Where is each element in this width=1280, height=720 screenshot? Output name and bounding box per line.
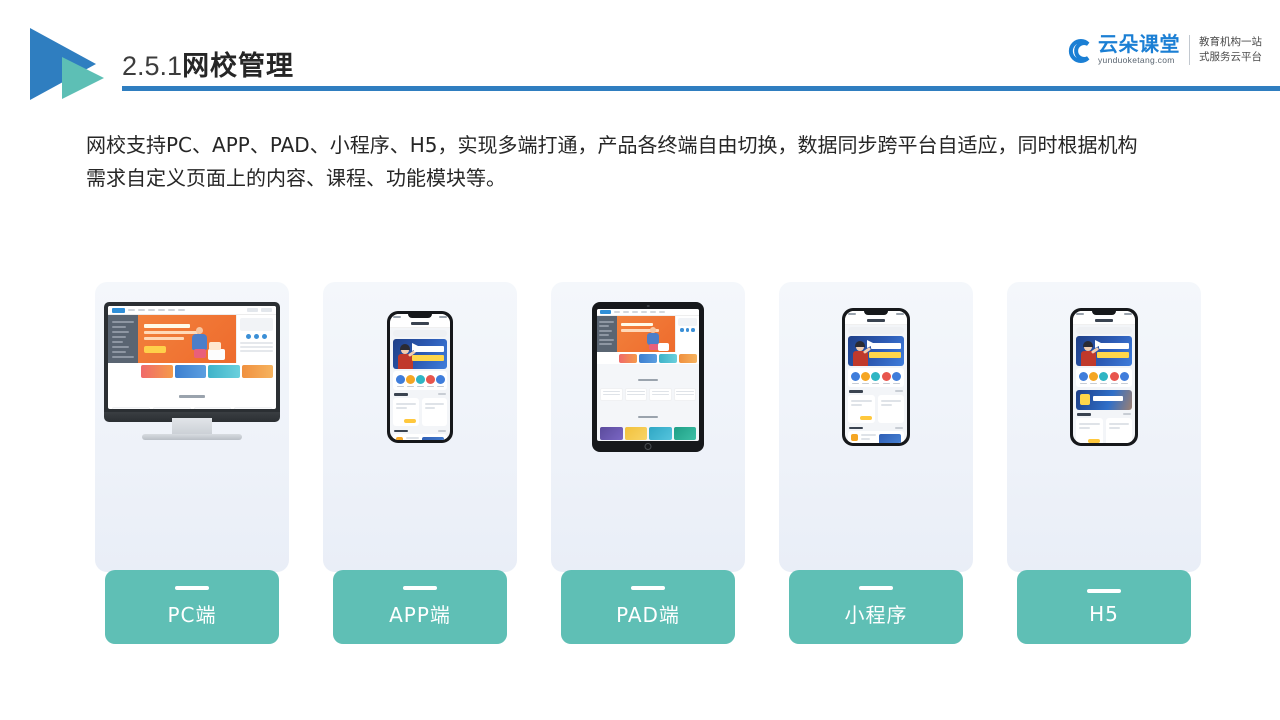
platform-label-pill-pc[interactable]: PC端 <box>105 570 279 644</box>
brand-logo-mark: 云朵课堂 yunduoketang.com <box>1065 34 1180 66</box>
brand-domain: yunduoketang.com <box>1098 55 1175 65</box>
body-line-2: 需求自定义页面上的内容、课程、功能模块等。 <box>86 166 506 190</box>
brand-tagline: 教育机构一站 式服务云平台 <box>1199 35 1262 65</box>
desktop-monitor-mockup <box>95 282 289 472</box>
brand-tagline-line2: 式服务云平台 <box>1199 51 1262 64</box>
platform-label: H5 <box>1089 601 1119 626</box>
slide-root: 2.5.1 网校管理 云朵课堂 yunduoketang.com 教育机构一站 … <box>0 0 1280 720</box>
platform-card-pc[interactable]: PC端 <box>95 282 289 644</box>
platform-label-pill-pad[interactable]: PAD端 <box>561 570 735 644</box>
platform-card-h5[interactable]: H5 <box>1007 282 1201 644</box>
pill-dash-icon <box>859 586 893 590</box>
brand-divider <box>1189 35 1190 66</box>
platform-label: PAD端 <box>616 603 680 627</box>
smartphone-mockup-miniprogram <box>779 282 973 472</box>
platform-label: 小程序 <box>844 603 908 627</box>
platform-label: PC端 <box>167 603 217 627</box>
platform-card-miniprogram[interactable]: 小程序 <box>779 282 973 644</box>
header-divider <box>122 86 1280 91</box>
pill-dash-icon <box>631 586 665 590</box>
platform-card-row: PC端 APP端 PAD端 小程序 H5 <box>95 282 1201 644</box>
pill-dash-icon <box>1087 588 1121 593</box>
body-paragraph: 网校支持PC、APP、PAD、小程序、H5，实现多端打通，产品各终端自由切换，数… <box>86 129 1210 195</box>
brand-tagline-line1: 教育机构一站 <box>1199 35 1262 48</box>
pill-dash-icon <box>175 586 209 590</box>
brand-text-block: 云朵课堂 yunduoketang.com <box>1098 34 1180 66</box>
body-line-1: 网校支持PC、APP、PAD、小程序、H5，实现多端打通，产品各终端自由切换，数… <box>86 133 1138 157</box>
page-title: 2.5.1 网校管理 <box>122 44 294 83</box>
platform-label-pill-miniprogram[interactable]: 小程序 <box>789 570 963 644</box>
platform-label: APP端 <box>389 603 451 627</box>
brand-name: 云朵课堂 <box>1098 32 1180 56</box>
double-triangle-play-icon <box>30 28 118 100</box>
platform-label-pill-h5[interactable]: H5 <box>1017 570 1191 644</box>
triangle-teal-shape <box>62 57 104 99</box>
platform-card-pad[interactable]: PAD端 <box>551 282 745 644</box>
brand-logo: 云朵课堂 yunduoketang.com 教育机构一站 式服务云平台 <box>1065 34 1262 66</box>
platform-label-pill-app[interactable]: APP端 <box>333 570 507 644</box>
cloud-icon <box>1065 35 1095 65</box>
tablet-mockup <box>551 282 745 472</box>
section-number: 2.5.1 <box>122 51 183 81</box>
smartphone-mockup-h5 <box>1007 282 1201 472</box>
platform-card-app[interactable]: APP端 <box>323 282 517 644</box>
section-title: 网校管理 <box>182 51 295 82</box>
pill-dash-icon <box>403 586 437 590</box>
smartphone-mockup-app <box>323 282 517 472</box>
